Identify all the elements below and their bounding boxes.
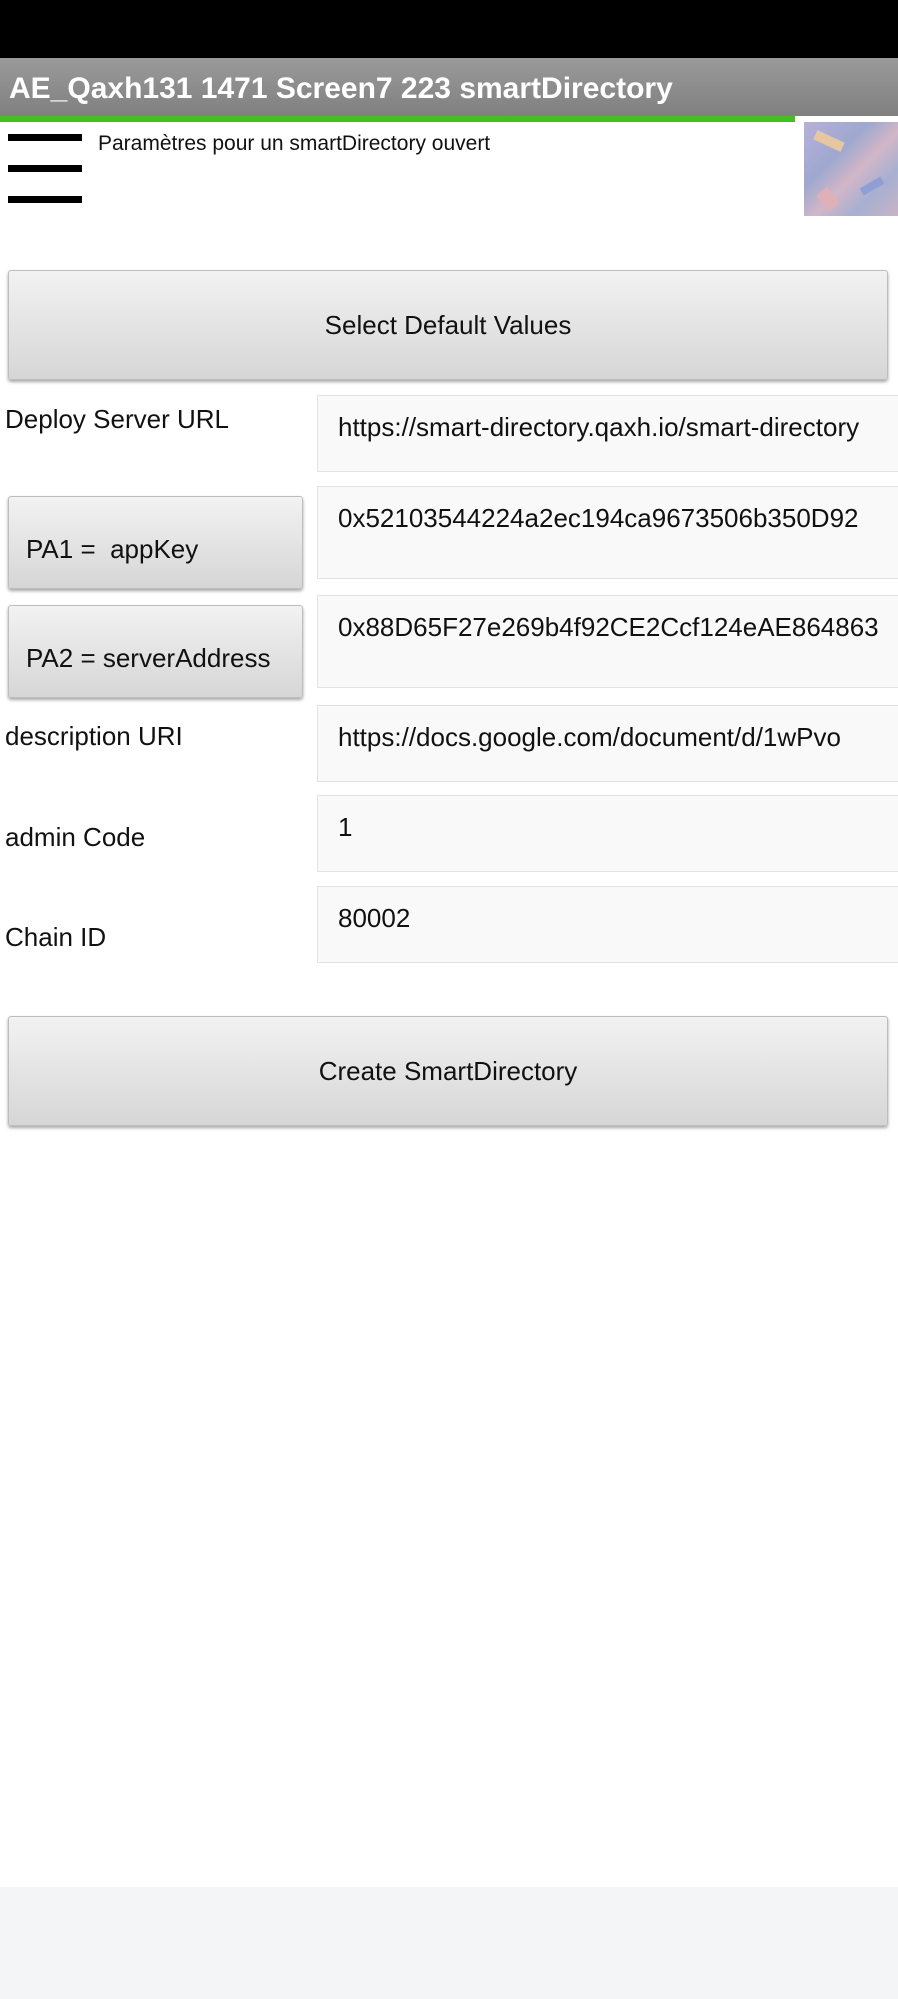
app-title-bar: AE_Qaxh131 1471 Screen7 223 smartDirecto… bbox=[0, 58, 898, 120]
hamburger-menu-icon[interactable] bbox=[8, 134, 82, 204]
deploy-server-url-field[interactable]: https://smart-directory.qaxh.io/smart-di… bbox=[317, 395, 898, 472]
chain-id-label: Chain ID bbox=[5, 922, 107, 952]
create-smartdirectory-button[interactable]: Create SmartDirectory bbox=[8, 1016, 888, 1126]
select-default-values-button[interactable]: Select Default Values bbox=[8, 270, 888, 380]
create-smartdirectory-label: Create SmartDirectory bbox=[318, 1055, 578, 1086]
page-subtitle: Paramètres pour un smartDirectory ouvert bbox=[98, 132, 491, 155]
pa2-serveraddress-button[interactable]: PA2 = serverAddress bbox=[8, 605, 303, 698]
admin-code-label: admin Code bbox=[5, 822, 146, 852]
pa1-appkey-label: PA1 = appKey bbox=[26, 534, 199, 564]
chain-id-field[interactable]: 80002 bbox=[317, 886, 898, 963]
pa2-serveraddress-label: PA2 = serverAddress bbox=[26, 643, 271, 673]
progress-fill bbox=[0, 116, 795, 122]
description-uri-label: description URI bbox=[5, 721, 183, 751]
status-bar bbox=[0, 0, 898, 58]
navigation-bar-area bbox=[0, 1887, 898, 1999]
pa2-value-field[interactable]: 0x88D65F27e269b4f92CE2Ccf124eAE864863 bbox=[317, 595, 898, 688]
pa1-appkey-button[interactable]: PA1 = appKey bbox=[8, 496, 303, 589]
deploy-server-url-label: Deploy Server URL bbox=[5, 404, 229, 434]
logo-thumbnail-image bbox=[804, 122, 898, 216]
select-default-values-label: Select Default Values bbox=[324, 309, 572, 340]
admin-code-field[interactable]: 1 bbox=[317, 795, 898, 872]
app-title: AE_Qaxh131 1471 Screen7 223 smartDirecto… bbox=[9, 72, 673, 105]
pa1-value-field[interactable]: 0x52103544224a2ec194ca9673506b350D92 bbox=[317, 486, 898, 579]
progress-bar bbox=[0, 116, 898, 122]
description-uri-field[interactable]: https://docs.google.com/document/d/1wPvo bbox=[317, 705, 898, 782]
